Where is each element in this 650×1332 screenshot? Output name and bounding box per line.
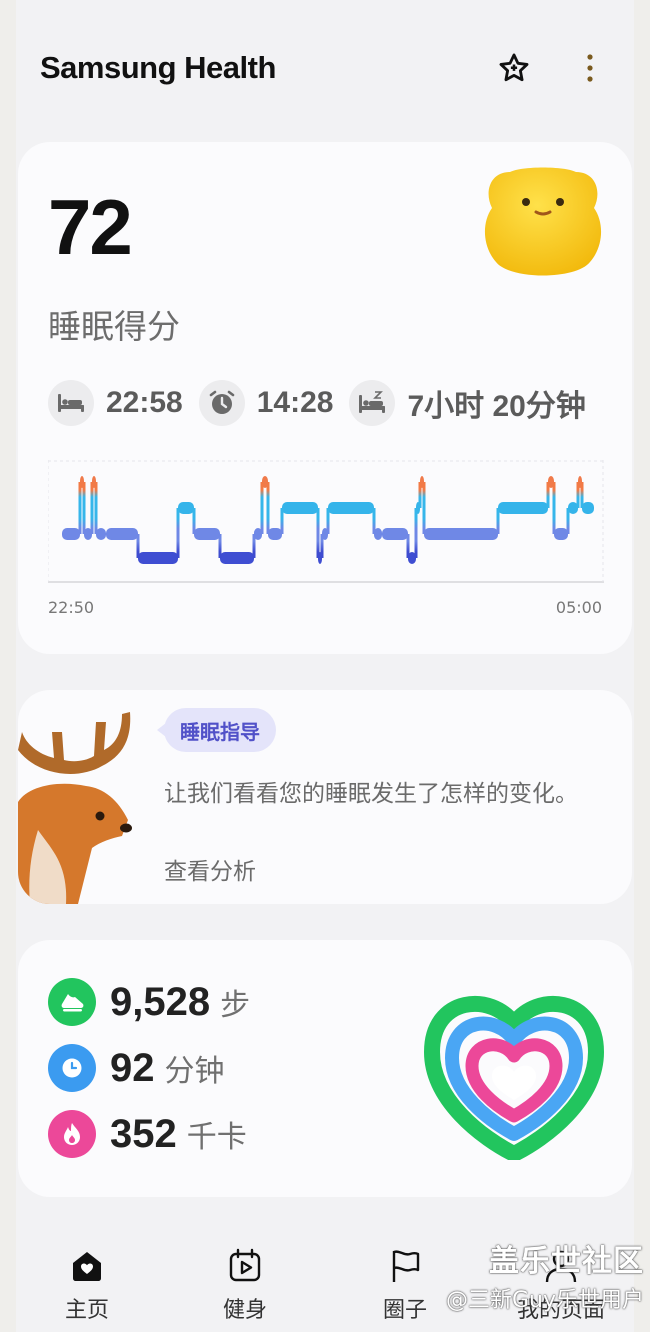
chart-start-time: 22:50	[48, 598, 95, 617]
sleep-stage-segment	[424, 528, 498, 540]
sleep-times-row: 22:58 14:28 7小时 20分钟	[48, 380, 602, 426]
app-title: Samsung Health	[40, 50, 276, 85]
duration-item: 7小时 20分钟	[349, 380, 586, 426]
sleep-coaching-badge: 睡眠指导	[157, 708, 276, 752]
active-time-value: 92	[110, 1045, 155, 1090]
steps-row: 9,528 步	[48, 978, 250, 1026]
sleep-stage-segment	[582, 502, 594, 514]
deer-mascot-illustration	[18, 712, 132, 904]
nav-fitness[interactable]: 健身	[190, 1246, 300, 1324]
sleep-stage-segment	[106, 528, 138, 540]
sleep-stage-segment	[138, 552, 178, 564]
community-watermark: 盖乐世社区 @三新Guy乐世用户	[384, 1236, 644, 1314]
sleep-duration-icon	[349, 380, 396, 426]
sleep-score-label: 睡眠得分	[48, 307, 180, 346]
sleep-mascot-illustration	[484, 167, 602, 276]
steps-unit: 步	[220, 988, 251, 1023]
sleep-stage-segment	[328, 502, 374, 514]
sleep-stage-segment	[178, 502, 194, 514]
bed-icon	[48, 380, 94, 426]
sleep-coaching-badge-label: 睡眠指导	[180, 719, 260, 744]
sleep-stage-segment	[282, 502, 318, 514]
watermark-title: 盖乐世社区	[489, 1244, 644, 1279]
watermark-user: @三新Guy乐世用户	[445, 1288, 644, 1313]
nav-home-label: 主页	[64, 1298, 109, 1323]
screen-edge-left	[0, 0, 16, 1332]
calories-row: 352 千卡	[48, 1110, 247, 1158]
sleep-stages-chart[interactable]	[48, 460, 604, 586]
nav-fitness-label: 健身	[222, 1298, 267, 1323]
alarm-clock-icon	[198, 380, 245, 426]
active-time-row: 92 分钟	[48, 1044, 225, 1092]
activity-rings-heart[interactable]	[424, 988, 604, 1160]
favorites-button[interactable]	[494, 48, 534, 88]
sleep-stage-segment	[498, 502, 548, 514]
sleep-coaching-message: 让我们看看您的睡眠发生了怎样的变化。	[164, 781, 578, 807]
more-options-button[interactable]	[570, 48, 610, 88]
sleep-coaching-card[interactable]: 睡眠指导 让我们看看您的睡眠发生了怎样的变化。 查看分析	[18, 690, 632, 904]
play-calendar-icon	[225, 1246, 265, 1286]
sleep-card[interactable]: 72 睡眠得分 22:58 14:28 7小时 20分钟 22:50 05:00	[18, 142, 632, 654]
steps-value: 9,528	[110, 979, 211, 1024]
flame-icon	[48, 1110, 96, 1158]
chart-end-time: 05:00	[555, 598, 602, 617]
nav-home[interactable]: 主页	[32, 1246, 142, 1324]
shoe-icon	[48, 978, 96, 1026]
active-time-unit: 分钟	[164, 1054, 225, 1089]
app-header: Samsung Health	[40, 44, 610, 92]
view-analysis-link[interactable]: 查看分析	[164, 852, 256, 886]
activity-card[interactable]: 9,528 步 92 分钟 352 千卡	[18, 940, 632, 1197]
sleep-score-value: 72	[48, 183, 133, 271]
bedtime-item: 22:58	[48, 380, 183, 426]
clock-icon	[48, 1044, 96, 1092]
screen-edge-right	[634, 0, 650, 1332]
more-vertical-icon	[587, 54, 593, 82]
calories-unit: 千卡	[186, 1120, 247, 1155]
bedtime-value: 22:58	[106, 386, 183, 419]
sleep-stage-segment	[62, 528, 80, 540]
sleep-stage-segment	[268, 528, 282, 540]
sleep-stage-lines	[62, 476, 594, 564]
star-icon	[499, 53, 529, 82]
sleep-stage-segment	[194, 528, 220, 540]
duration-value: 7小时 20分钟	[407, 390, 586, 423]
sleep-stage-segment	[382, 528, 408, 540]
wake-time-value: 14:28	[256, 386, 334, 419]
header-actions	[494, 48, 610, 88]
wake-time-item: 14:28	[198, 380, 334, 426]
home-icon	[67, 1246, 107, 1286]
sleep-stage-segment	[220, 552, 254, 564]
sleep-stage-segment	[554, 528, 568, 540]
calories-value: 352	[110, 1111, 177, 1156]
